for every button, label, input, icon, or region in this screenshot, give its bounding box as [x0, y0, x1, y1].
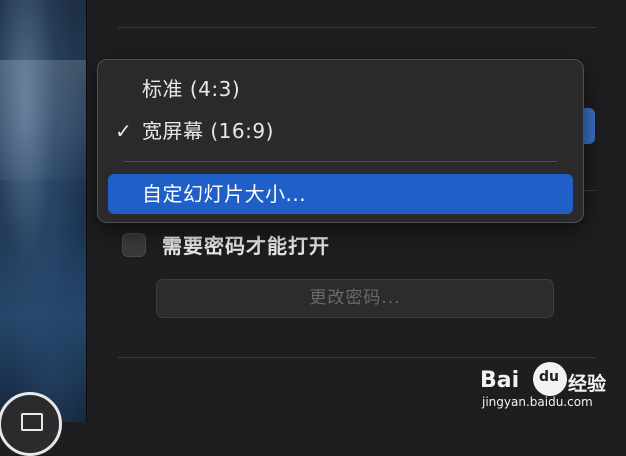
baidu-paw-icon — [533, 362, 567, 396]
require-password-row[interactable]: 需要密码才能打开 — [122, 230, 330, 259]
watermark-brand: Bai — [480, 368, 520, 393]
menu-separator — [124, 161, 557, 162]
menu-item-label: 标准 (4:3) — [142, 77, 241, 101]
check-icon: ✓ — [115, 119, 132, 143]
menu-item-widescreen[interactable]: ✓ 宽屏幕 (16:9) — [108, 111, 573, 151]
require-password-label: 需要密码才能打开 — [162, 234, 330, 258]
change-password-button: 更改密码... — [156, 279, 554, 318]
top-divider — [118, 27, 596, 28]
baidu-jingyan-watermark: Bai 经验 jingyan.baidu.com — [478, 358, 618, 418]
slide-size-popup-button-edge[interactable] — [583, 108, 595, 144]
section-divider — [583, 190, 596, 191]
wallpaper-mist — [0, 60, 86, 180]
require-password-checkbox[interactable] — [122, 232, 146, 257]
dock-app-icon[interactable] — [0, 392, 62, 456]
watermark-url: jingyan.baidu.com — [482, 395, 593, 409]
menu-item-custom-slide-size[interactable]: 自定幻灯片大小... — [108, 174, 573, 214]
slide-size-menu: 标准 (4:3) ✓ 宽屏幕 (16:9) 自定幻灯片大小... — [97, 59, 584, 223]
desktop-wallpaper — [0, 0, 86, 456]
menu-item-standard[interactable]: 标准 (4:3) — [108, 69, 573, 109]
watermark-jingyan: 经验 — [568, 373, 607, 395]
menu-item-label: 宽屏幕 (16:9) — [142, 119, 274, 143]
menu-item-label: 自定幻灯片大小... — [142, 182, 307, 206]
